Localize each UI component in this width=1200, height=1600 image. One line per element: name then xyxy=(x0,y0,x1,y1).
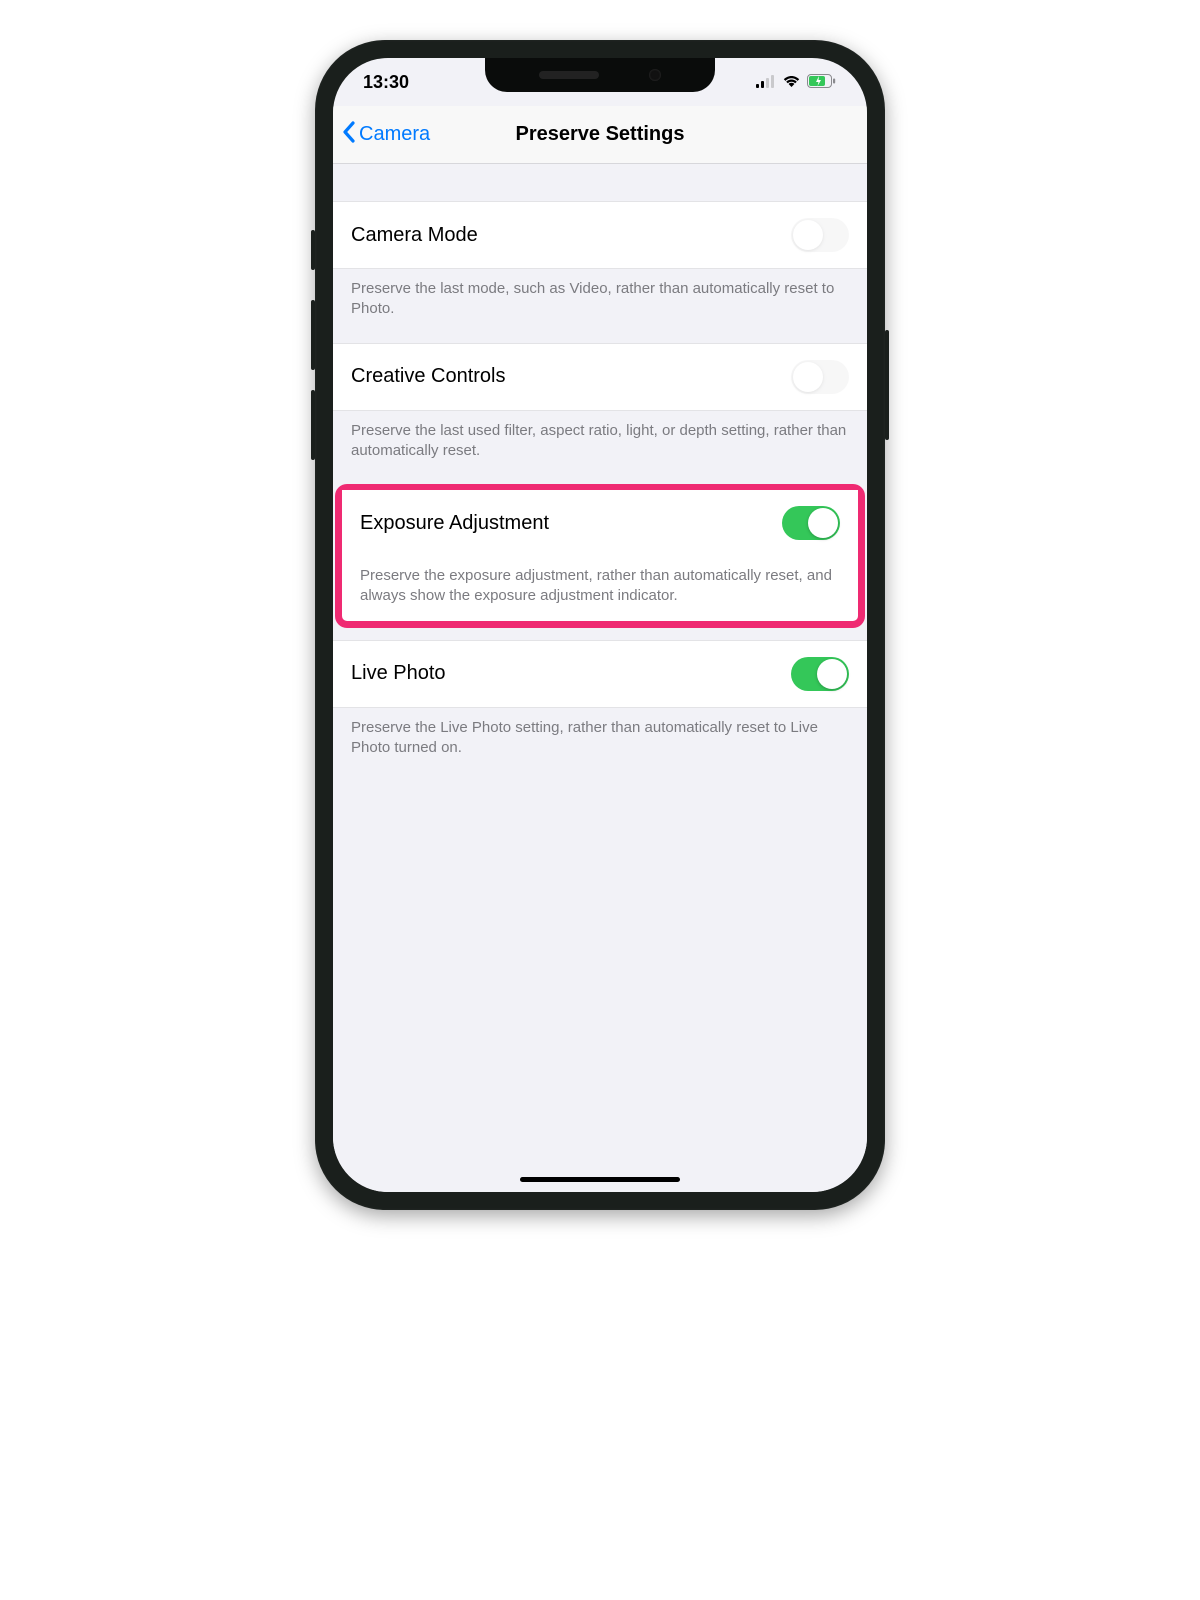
toggle-creative-controls[interactable] xyxy=(791,360,849,394)
screen: 13:30 xyxy=(333,58,867,1192)
toggle-live-photo[interactable] xyxy=(791,657,849,691)
phone-device-frame: 13:30 xyxy=(315,40,885,1210)
setting-title: Creative Controls xyxy=(351,365,506,388)
setting-footer: Preserve the Live Photo setting, rather … xyxy=(333,708,867,783)
battery-charging-icon xyxy=(807,72,837,93)
setting-footer: Preserve the last used filter, aspect ra… xyxy=(333,411,867,486)
toggle-knob xyxy=(817,659,847,689)
content-scroll-area[interactable]: Camera Mode Preserve the last mode, such… xyxy=(333,164,867,1192)
setting-footer: Preserve the exposure adjustment, rather… xyxy=(342,556,858,621)
setting-row-creative-controls[interactable]: Creative Controls xyxy=(333,343,867,411)
setting-row-camera-mode[interactable]: Camera Mode xyxy=(333,201,867,269)
chevron-left-icon xyxy=(341,120,357,150)
cellular-icon xyxy=(756,72,776,93)
toggle-knob xyxy=(793,362,823,392)
volume-down-button xyxy=(311,390,315,460)
volume-up-button xyxy=(311,300,315,370)
toggle-knob xyxy=(793,220,823,250)
status-right xyxy=(756,72,837,93)
setting-row-live-photo[interactable]: Live Photo xyxy=(333,640,867,708)
setting-title: Exposure Adjustment xyxy=(360,512,549,535)
front-camera xyxy=(649,69,661,81)
toggle-knob xyxy=(808,508,838,538)
home-indicator[interactable] xyxy=(520,1177,680,1182)
toggle-exposure-adjustment[interactable] xyxy=(782,506,840,540)
back-button[interactable]: Camera xyxy=(333,120,430,150)
setting-footer: Preserve the last mode, such as Video, r… xyxy=(333,269,867,344)
spacer xyxy=(333,164,867,202)
setting-row-exposure-adjustment[interactable]: Exposure Adjustment xyxy=(342,490,858,556)
toggle-camera-mode[interactable] xyxy=(791,218,849,252)
mute-switch xyxy=(311,230,315,270)
setting-title: Live Photo xyxy=(351,662,446,685)
navigation-bar: Camera Preserve Settings xyxy=(333,106,867,164)
earpiece-speaker xyxy=(539,71,599,79)
setting-title: Camera Mode xyxy=(351,224,478,247)
back-label: Camera xyxy=(359,123,430,146)
wifi-icon xyxy=(782,72,801,93)
highlight-annotation: Exposure Adjustment Preserve the exposur… xyxy=(335,484,865,628)
status-time: 13:30 xyxy=(363,72,409,93)
power-button xyxy=(885,330,889,440)
notch xyxy=(485,58,715,92)
